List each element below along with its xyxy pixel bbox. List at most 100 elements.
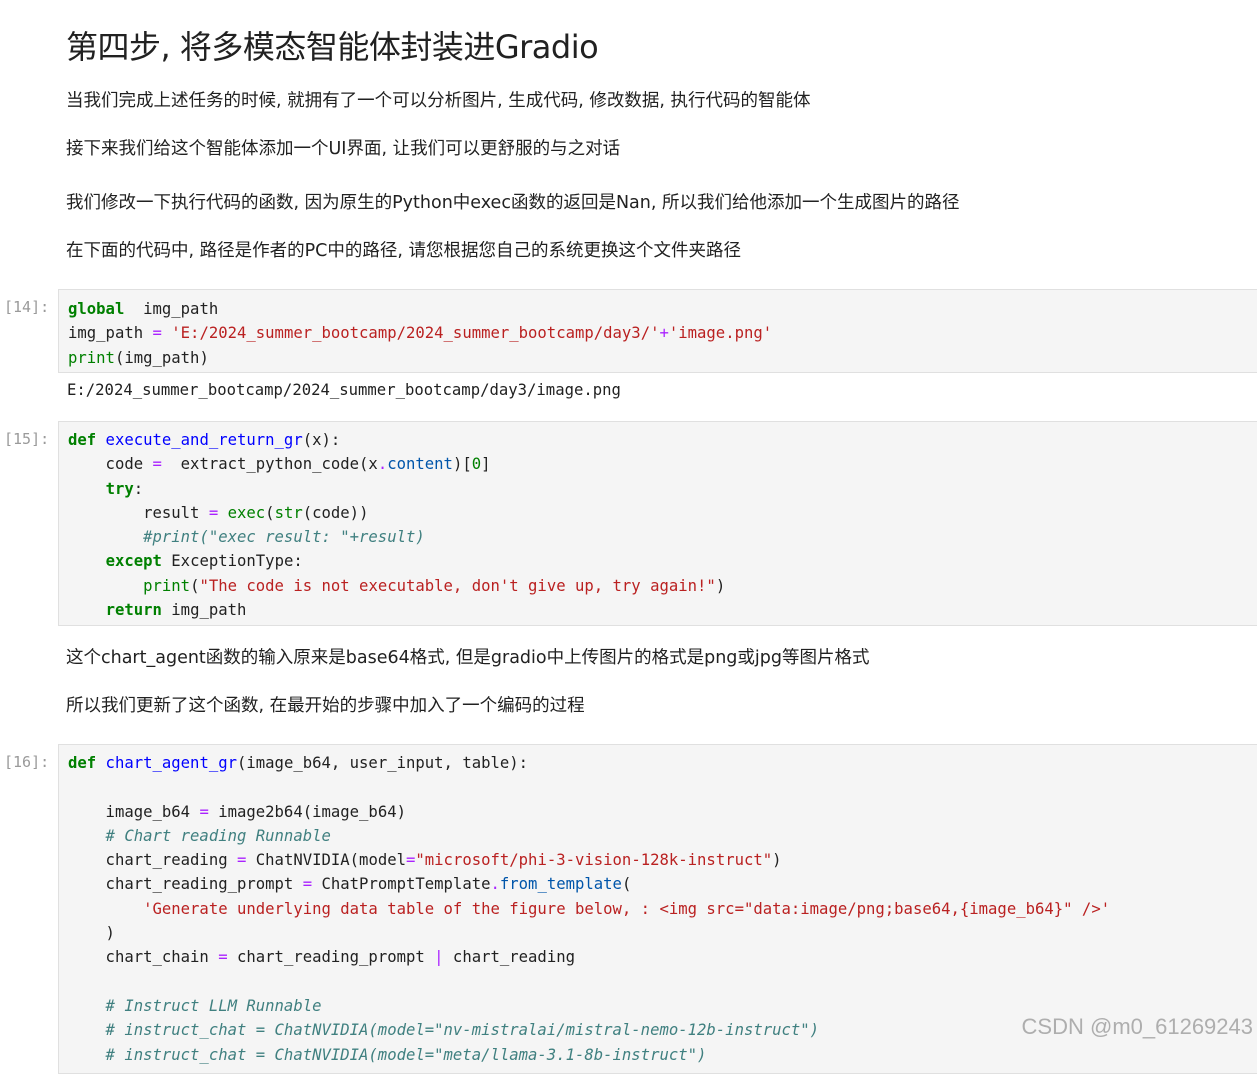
code-token: : — [133, 479, 144, 498]
code-cell-15[interactable]: def execute_and_return_gr(x): code = ext… — [58, 421, 1257, 626]
code-line: def execute_and_return_gr(x): — [68, 428, 1257, 452]
code-token: ( — [265, 503, 275, 522]
builtin-token: print — [143, 576, 191, 595]
cell-output-14: E:/2024_summer_bootcamp/2024_summer_boot… — [67, 381, 621, 399]
code-line: img_path = 'E:/2024_summer_bootcamp/2024… — [68, 321, 1257, 345]
code-line: global img_path — [68, 297, 1257, 321]
code-token: chart_reading_prompt — [68, 875, 303, 894]
comment-token: # instruct_chat = ChatNVIDIA(model="nv-m… — [68, 1021, 820, 1040]
operator-token: | — [434, 948, 444, 967]
page-heading: 第四步, 将多模态智能体封装进Gradio — [66, 28, 599, 66]
comment-token: # Chart reading Runnable — [68, 826, 331, 845]
keyword-token: global — [68, 300, 125, 318]
operator-token: = — [208, 503, 219, 522]
code-token: )[ — [452, 455, 472, 474]
code-line: except ExceptionType: — [68, 549, 1257, 573]
builtin-token: exec — [218, 503, 266, 522]
code-token: img_path — [161, 601, 247, 620]
attribute-token: from_template — [499, 875, 622, 894]
code-line: result = exec(str(code)) — [68, 501, 1257, 525]
code-token: ( — [621, 875, 632, 894]
code-token: ) — [68, 924, 115, 943]
comment-token: # instruct_chat = ChatNVIDIA(model="meta… — [68, 1045, 707, 1064]
keyword-token: return — [105, 601, 162, 620]
code-line: chart_reading = ChatNVIDIA(model="micros… — [68, 848, 1257, 872]
operator-token: = — [302, 875, 313, 894]
comment-token: # Instruct LLM Runnable — [68, 996, 322, 1015]
operator-token: . — [377, 455, 388, 474]
code-token: chart_chain — [68, 948, 219, 967]
string-token: 'E:/2024_summer_bootcamp/2024_summer_boo… — [161, 324, 660, 343]
code-line: return img_path — [68, 598, 1257, 622]
cell-prompt-16: [16]: — [4, 753, 50, 771]
operator-token: = — [218, 948, 228, 967]
code-line: ) — [68, 921, 1257, 945]
paragraph-6: 所以我们更新了这个函数, 在最开始的步骤中加入了一个编码的过程 — [66, 696, 585, 716]
operator-token: = — [199, 802, 209, 821]
code-token: chart_reading_prompt — [227, 948, 435, 967]
operator-token: . — [490, 875, 500, 894]
cell-prompt-15: [15]: — [4, 430, 50, 448]
code-token: img_path — [124, 300, 219, 318]
code-line: # Chart reading Runnable — [68, 824, 1257, 848]
code-token: code — [68, 455, 153, 474]
code-token: ) — [715, 576, 726, 595]
code-line: chart_chain = chart_reading_prompt | cha… — [68, 945, 1257, 969]
attribute-token: content — [387, 455, 453, 474]
code-line: def chart_agent_gr(image_b64, user_input… — [68, 751, 1257, 775]
code-token: ChatNVIDIA(model — [246, 851, 406, 870]
code-cell-14[interactable]: global img_path img_path = 'E:/2024_summe… — [58, 289, 1257, 373]
code-token: ExceptionType: — [161, 552, 303, 571]
code-token: (image_b64, user_input, table): — [237, 754, 529, 772]
string-token: "The code is not executable, don't give … — [199, 576, 716, 595]
function-name-token: chart_agent_gr — [96, 754, 237, 772]
csdn-watermark: CSDN @m0_61269243 — [1021, 1014, 1253, 1039]
operator-token: + — [659, 324, 669, 343]
builtin-token: str — [274, 503, 303, 522]
builtin-token: print — [68, 348, 115, 367]
code-line: chart_reading_prompt = ChatPromptTemplat… — [68, 872, 1257, 896]
code-line: image_b64 = image2b64(image_b64) — [68, 800, 1257, 824]
code-token: image2b64(image_b64) — [208, 802, 406, 821]
cell-prompt-14: [14]: — [4, 298, 50, 316]
code-editor[interactable]: def execute_and_return_gr(x): code = ext… — [59, 422, 1257, 622]
code-token: chart_reading — [443, 948, 575, 967]
keyword-token: try — [105, 479, 134, 498]
code-token: (code)) — [302, 503, 369, 522]
code-line: print("The code is not executable, don't… — [68, 574, 1257, 598]
paragraph-4: 在下面的代码中, 路径是作者的PC中的路径, 请您根据您自己的系统更换这个文件夹… — [66, 241, 742, 261]
code-token: (img_path) — [114, 348, 209, 367]
string-token: 'image.png' — [668, 324, 773, 343]
code-token: result — [68, 503, 209, 522]
code-token: img_path — [68, 324, 153, 343]
operator-token: = — [406, 851, 416, 870]
paragraph-3: 我们修改一下执行代码的函数, 因为原生的Python中exec函数的返回是Nan… — [66, 193, 960, 213]
code-token: ChatPromptTemplate — [312, 875, 491, 894]
code-token: ) — [772, 851, 782, 870]
operator-token: = — [152, 324, 162, 343]
code-line: 'Generate underlying data table of the f… — [68, 897, 1257, 921]
code-line: try: — [68, 477, 1257, 501]
operator-token: = — [237, 851, 247, 870]
keyword-token: def — [68, 754, 97, 772]
code-token: image_b64 — [68, 802, 200, 821]
paragraph-2: 接下来我们给这个智能体添加一个UI界面, 让我们可以更舒服的与之对话 — [66, 139, 621, 159]
code-line: #print("exec result: "+result) — [68, 525, 1257, 549]
string-token: 'Generate underlying data table of the f… — [68, 899, 1111, 918]
code-token: ] — [481, 455, 491, 474]
code-line: # instruct_chat = ChatNVIDIA(model="meta… — [68, 1043, 1257, 1067]
operator-token: = — [152, 455, 162, 474]
comment-token: #print("exec result: "+result) — [68, 528, 425, 547]
paragraph-1: 当我们完成上述任务的时候, 就拥有了一个可以分析图片, 生成代码, 修改数据, … — [66, 91, 811, 111]
keyword-token: def — [68, 431, 97, 449]
function-name-token: execute_and_return_gr — [96, 431, 303, 449]
keyword-token: except — [105, 552, 162, 571]
code-line: print(img_path) — [68, 346, 1257, 370]
code-line: code = extract_python_code(x.content)[0] — [68, 452, 1257, 476]
code-editor[interactable]: global img_path img_path = 'E:/2024_summe… — [59, 290, 1257, 370]
